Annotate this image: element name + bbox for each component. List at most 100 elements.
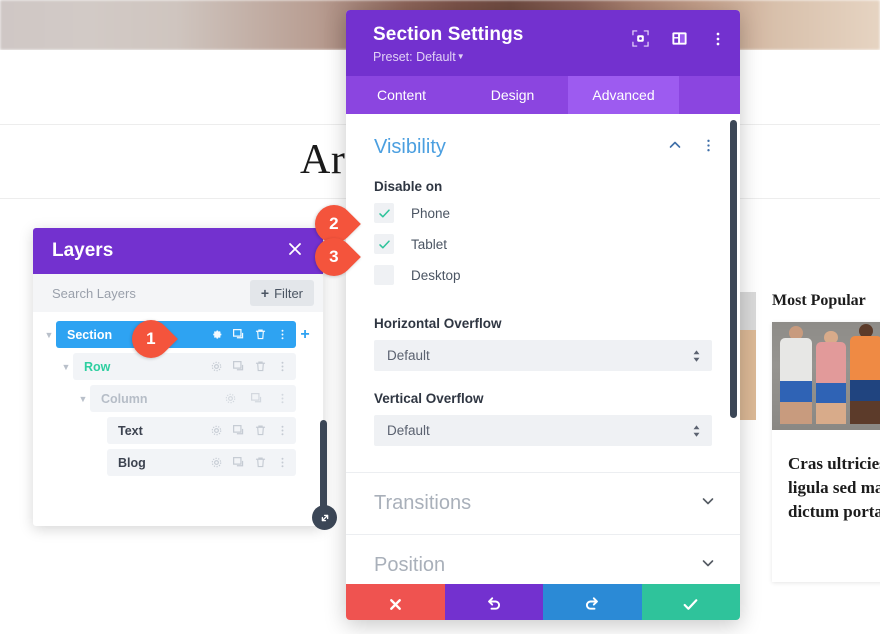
duplicate-icon[interactable] [232, 360, 245, 373]
more-icon[interactable] [276, 360, 289, 373]
close-icon [389, 598, 401, 610]
close-icon[interactable] [283, 239, 307, 263]
save-button[interactable] [641, 584, 740, 620]
layer-row-text[interactable]: Text [33, 417, 323, 444]
chevron-down-icon: ▼ [456, 52, 465, 61]
layers-panel: Layers Search Layers + Filter ▼ Section [33, 228, 323, 526]
modal-scrollbar[interactable] [730, 120, 737, 418]
layer-row-blog[interactable]: Blog [33, 449, 323, 476]
redo-icon [586, 597, 599, 610]
gear-icon[interactable] [210, 424, 223, 437]
checkbox-label-phone: Phone [411, 205, 451, 221]
chevron-down-icon[interactable]: ▼ [42, 330, 56, 340]
section-settings-modal: Section Settings Preset: Default▼ Conten… [346, 10, 740, 620]
chevron-up-icon[interactable] [667, 137, 683, 158]
callout-number: 1 [146, 329, 156, 348]
layer-label: Column [101, 391, 148, 406]
more-vertical-icon[interactable] [710, 31, 726, 52]
checkbox-label-desktop: Desktop [411, 267, 461, 283]
horizontal-overflow-wrap: Default [346, 340, 740, 371]
chevron-down-icon[interactable] [700, 493, 716, 514]
checkbox-row-desktop[interactable]: Desktop [346, 265, 740, 296]
layers-panel-title: Layers [52, 240, 114, 261]
checkbox-row-tablet[interactable]: Tablet [346, 234, 740, 265]
duplicate-icon[interactable] [232, 424, 245, 437]
redo-button[interactable] [543, 584, 642, 620]
trash-icon[interactable] [254, 424, 267, 437]
checkbox-desktop[interactable] [374, 265, 394, 285]
trash-icon[interactable] [254, 456, 267, 469]
layer-pill-text[interactable]: Text [107, 417, 296, 444]
trash-icon[interactable] [254, 360, 267, 373]
transitions-title: Transitions [374, 492, 472, 514]
checkbox-row-phone[interactable]: Phone [346, 203, 740, 234]
focus-icon[interactable] [632, 30, 649, 52]
screen: Ar Most Popular Cras ultricies ligula se… [0, 0, 880, 634]
position-section-header[interactable]: Position [346, 535, 740, 584]
layer-pill-section[interactable]: Section [56, 321, 296, 348]
resize-handle[interactable] [312, 505, 337, 530]
layers-panel-header: Layers [33, 228, 323, 274]
gear-icon[interactable] [210, 328, 223, 341]
layer-label: Row [84, 359, 111, 374]
search-input[interactable]: Search Layers [52, 286, 136, 301]
vertical-overflow-value: Default [387, 423, 430, 438]
tab-content[interactable]: Content [346, 76, 457, 114]
more-icon[interactable] [276, 328, 289, 341]
preset-label: Preset: Default [373, 50, 456, 64]
duplicate-icon[interactable] [232, 456, 245, 469]
more-icon[interactable] [276, 424, 289, 437]
gear-icon[interactable] [210, 360, 223, 373]
undo-button[interactable] [444, 584, 543, 620]
duplicate-icon[interactable] [250, 392, 263, 405]
modal-footer [346, 584, 740, 620]
position-title: Position [374, 554, 446, 576]
trash-icon[interactable] [254, 328, 267, 341]
more-icon[interactable] [276, 392, 289, 405]
checkbox-tablet[interactable] [374, 234, 394, 254]
layer-pill-column[interactable]: Column [90, 385, 296, 412]
layers-panel-scrollbar[interactable] [320, 420, 327, 515]
filter-button[interactable]: + Filter [249, 280, 314, 306]
layer-actions [210, 360, 289, 373]
layout-icon[interactable] [671, 30, 688, 52]
preset-selector[interactable]: Preset: Default▼ [373, 50, 726, 64]
visibility-section-header: Visibility [346, 114, 740, 159]
cancel-button[interactable] [346, 584, 445, 620]
more-icon[interactable] [276, 456, 289, 469]
modal-header-actions [632, 30, 726, 52]
blog-card-title: Cras ultricies ligula sed magna dictum p… [788, 454, 880, 521]
horizontal-overflow-value: Default [387, 348, 430, 363]
callout-number: 3 [329, 247, 339, 266]
layer-actions [210, 328, 289, 341]
layer-row-row[interactable]: ▼ Row [33, 353, 323, 380]
layers-tree: ▼ Section + ▼ Row ▼ Column Text Blog [33, 312, 323, 476]
modal-body: Visibility Disable on Phone Tablet Deskt… [346, 114, 740, 584]
tab-advanced[interactable]: Advanced [568, 76, 679, 114]
blog-card[interactable]: Cras ultricies ligula sed magna dictum p… [772, 322, 880, 582]
add-layer-button[interactable]: + [296, 326, 314, 344]
transitions-section-header[interactable]: Transitions [346, 473, 740, 534]
layer-label: Text [118, 423, 143, 438]
horizontal-overflow-select[interactable]: Default [374, 340, 712, 371]
checkbox-label-tablet: Tablet [411, 236, 448, 252]
tab-design[interactable]: Design [457, 76, 568, 114]
chevron-down-icon[interactable]: ▼ [76, 394, 90, 404]
chevron-down-icon[interactable] [700, 555, 716, 576]
plus-icon: + [260, 285, 270, 301]
layer-row-section[interactable]: ▼ Section + [33, 321, 323, 348]
gear-icon[interactable] [210, 456, 223, 469]
more-vertical-icon[interactable] [701, 138, 716, 158]
filter-button-label: Filter [274, 285, 303, 301]
chevron-down-icon[interactable]: ▼ [59, 362, 73, 372]
layer-row-column[interactable]: ▼ Column [33, 385, 323, 412]
gear-icon[interactable] [224, 392, 237, 405]
duplicate-icon[interactable] [232, 328, 245, 341]
blog-card-image [772, 322, 880, 430]
layer-pill-row[interactable]: Row [73, 353, 296, 380]
layer-pill-blog[interactable]: Blog [107, 449, 296, 476]
layer-actions [210, 424, 289, 437]
checkbox-phone[interactable] [374, 203, 394, 223]
vertical-overflow-select[interactable]: Default [374, 415, 712, 446]
stepper-icon [692, 424, 701, 438]
